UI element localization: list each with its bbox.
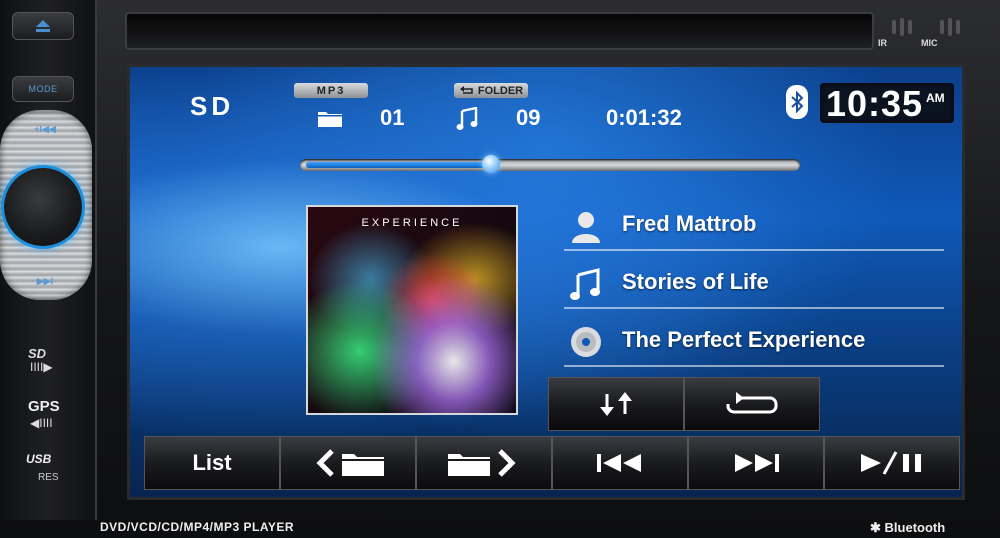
progress-fill	[306, 162, 491, 168]
format-tag: MP3	[294, 83, 368, 98]
next-folder-icon	[448, 449, 516, 477]
folder-icon	[318, 112, 342, 127]
clock-time: 10:35	[826, 83, 924, 124]
person-icon	[572, 212, 600, 243]
song-row: Stories of Life	[564, 259, 944, 309]
album-row: The Perfect Experience	[564, 317, 944, 367]
usb-port-label: USB	[26, 452, 52, 466]
artist-row: Fred Mattrob	[564, 201, 944, 251]
next-track-button[interactable]	[688, 436, 824, 490]
reset-label[interactable]: RES	[38, 472, 59, 483]
repeat-mode-label: FOLDER	[477, 84, 524, 97]
bluetooth-text: Bluetooth	[884, 520, 946, 535]
play-pause-icon	[861, 451, 921, 475]
shuffle-button[interactable]	[548, 377, 684, 431]
disc-icon	[571, 327, 601, 357]
model-label: DVD/VCD/CD/MP4/MP3 PLAYER	[100, 520, 295, 534]
touch-screen: SD MP3 FOLDER 01 09 0:01:32 10:35 AM EXP…	[130, 67, 962, 497]
mic-label: MIC	[921, 38, 938, 48]
album-name: The Perfect Experience	[622, 327, 866, 352]
sd-slot-arrow: IIII▶	[30, 360, 53, 374]
mic-grille	[940, 20, 944, 34]
head-unit: MODE +I◀◀ ▶▶I SD IIII▶ GPS ◀IIII USB RES…	[0, 0, 1000, 538]
repeat-mode-tag: FOLDER	[454, 83, 528, 98]
bluetooth-small-icon: ✱	[870, 520, 881, 535]
sd-slot-label: SD	[28, 346, 47, 361]
play-pause-button[interactable]	[824, 436, 960, 490]
song-title: Stories of Life	[622, 269, 769, 294]
bluetooth-icon	[786, 85, 808, 119]
next-folder-button[interactable]	[416, 436, 552, 490]
prev-folder-icon	[316, 449, 384, 477]
repeat-button[interactable]	[684, 377, 820, 431]
shuffle-arrows-icon	[600, 392, 632, 416]
repeat-small-icon	[459, 85, 473, 94]
progress-bar[interactable]	[300, 155, 800, 173]
clock: 10:35 AM	[820, 83, 954, 124]
eject-button[interactable]	[12, 12, 74, 40]
next-track-icon	[735, 454, 779, 472]
source-label: SD	[190, 91, 235, 121]
album-art: EXPERIENCE	[306, 205, 518, 415]
gps-slot-label: GPS	[28, 398, 60, 415]
previous-track-icon	[597, 454, 641, 472]
music-note-icon	[456, 107, 478, 130]
knob-prev-label: +I◀◀	[34, 124, 56, 134]
gps-slot-arrow: ◀IIII	[30, 416, 53, 430]
album-art-title: EXPERIENCE	[361, 217, 463, 229]
elapsed-time: 0:01:32	[606, 105, 682, 130]
prev-folder-button[interactable]	[280, 436, 416, 490]
eject-icon	[36, 20, 50, 32]
previous-track-button[interactable]	[552, 436, 688, 490]
music-note-icon	[570, 268, 600, 300]
repeat-icon	[726, 392, 778, 414]
artist-name: Fred Mattrob	[622, 211, 757, 236]
ir-sensor-grille	[908, 20, 912, 34]
knob-next-label: ▶▶I	[36, 276, 54, 286]
mic-grille	[948, 18, 952, 36]
ir-sensor-grille	[900, 18, 904, 36]
disc-slot	[125, 12, 874, 50]
bluetooth-label: ✱ Bluetooth	[870, 520, 945, 536]
progress-thumb[interactable]	[482, 155, 500, 173]
folder-number: 01	[380, 105, 405, 130]
track-number: 09	[516, 105, 541, 130]
list-button[interactable]: List	[144, 436, 280, 490]
volume-knob[interactable]	[4, 168, 82, 246]
ir-sensor-grille	[892, 20, 896, 34]
left-control-panel: MODE +I◀◀ ▶▶I SD IIII▶ GPS ◀IIII USB RES	[0, 0, 97, 520]
clock-ampm: AM	[926, 91, 945, 105]
mic-grille	[956, 20, 960, 34]
ir-label: IR	[878, 38, 887, 48]
mode-button[interactable]: MODE	[12, 76, 74, 102]
list-button-label: List	[192, 450, 232, 475]
